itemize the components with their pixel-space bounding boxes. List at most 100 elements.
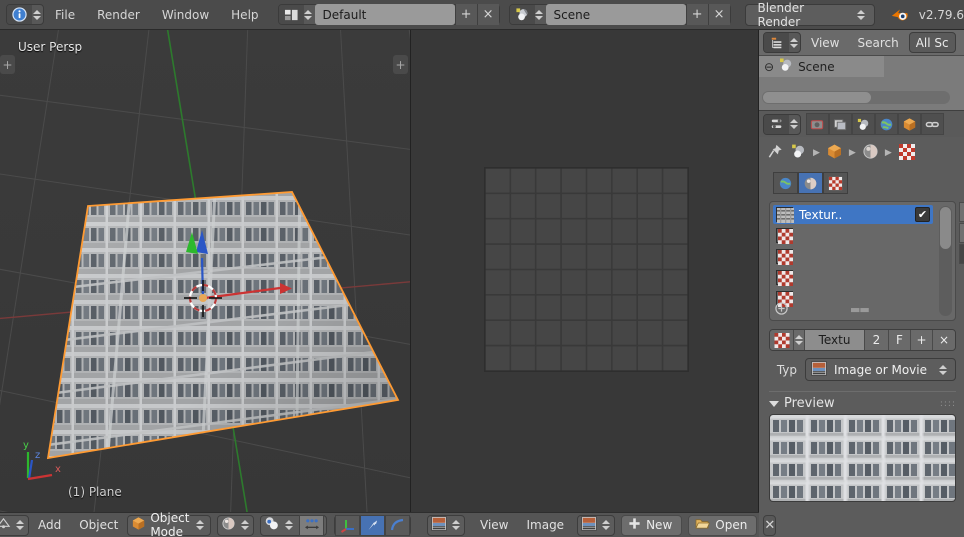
plus-circle-icon[interactable]	[775, 302, 788, 318]
3d-viewport[interactable]: + + User Persp (1) Plane y z x	[0, 30, 410, 512]
interaction-mode-selector[interactable]: Object Mode	[127, 511, 211, 537]
texture-slot-row-1[interactable]	[773, 226, 933, 245]
proportional-edit-toggle[interactable]	[299, 514, 324, 536]
scene-datablock-widget[interactable]: Scene + ×	[508, 4, 731, 25]
viewport-shading-selector[interactable]	[217, 514, 254, 536]
menu-file[interactable]: File	[44, 4, 86, 26]
pivot-point-selector[interactable]	[260, 514, 327, 536]
properties-tab-scene[interactable]	[852, 113, 875, 135]
blender-logo-glyph	[891, 8, 908, 20]
unlink-image-button[interactable]: ✕	[763, 514, 777, 536]
outliner-editor-type-selector[interactable]	[763, 32, 801, 53]
properties-editor-icon	[764, 114, 789, 134]
outliner-horizontal-scrollbar[interactable]	[762, 91, 950, 104]
properties-tab-object[interactable]	[898, 113, 921, 135]
outliner-menu-view[interactable]: View	[803, 36, 847, 50]
new-image-button[interactable]: New	[621, 514, 683, 536]
viewport-toolshelf-toggle[interactable]: +	[0, 55, 15, 74]
translate-manipulator-button[interactable]	[335, 514, 360, 536]
scene-name-field[interactable]: Scene	[545, 4, 686, 25]
texture-slot-enabled-checkbox-0[interactable]: ✔	[915, 207, 930, 222]
texture-preview[interactable]	[769, 414, 956, 502]
texture-slot-list[interactable]: Textur.. ✔ ▬▬	[769, 201, 964, 321]
menu-help[interactable]: Help	[220, 4, 269, 26]
menu-window[interactable]: Window	[151, 4, 220, 26]
viewport-menu-object[interactable]: Object	[70, 518, 127, 532]
list-menu-button[interactable]	[959, 244, 964, 264]
rotate-manipulator-icon	[368, 520, 377, 530]
new-texture-button[interactable]: +	[911, 330, 933, 350]
uv-menu-view[interactable]: View	[471, 518, 517, 532]
render-engine-selector[interactable]: Blender Render	[744, 1, 875, 29]
preview-panel-title: Preview	[784, 396, 835, 411]
uv-menu-image[interactable]: Image	[517, 518, 573, 532]
menu-render[interactable]: Render	[86, 4, 151, 26]
texture-user-count-button[interactable]: 2	[865, 330, 889, 350]
transform-manipulator[interactable]	[150, 200, 310, 340]
texture-slot-name-0[interactable]: Textur..	[799, 208, 909, 222]
outliner-scrollbar-thumb[interactable]	[763, 92, 871, 103]
delete-screen-layout-button[interactable]: ×	[476, 4, 499, 25]
add-scene-button[interactable]: +	[685, 4, 708, 25]
texture-slot-row-3[interactable]	[773, 268, 933, 287]
open-image-button[interactable]: Open	[688, 514, 758, 536]
checker-thumb-glyph	[778, 229, 793, 244]
texture-list-scrollbar[interactable]	[939, 206, 952, 316]
screen-layout-widget[interactable]: Default + ×	[277, 4, 500, 25]
unlink-texture-button[interactable]: ×	[933, 330, 955, 350]
texture-context-material[interactable]	[798, 172, 823, 194]
uv-image-editor-icon-glyph	[431, 516, 447, 531]
move-down-button[interactable]	[959, 223, 964, 243]
texture-context-world[interactable]	[773, 172, 798, 194]
list-resize-grip[interactable]: ▬▬	[850, 303, 870, 316]
interaction-mode-spinner-icon	[196, 520, 204, 530]
texture-datablock-row[interactable]: Textu 2 F + ×	[769, 329, 956, 351]
texture-name-field[interactable]: Textu	[805, 330, 865, 350]
outliner-row-scene[interactable]: ⊖ Scene	[759, 56, 884, 77]
3d-cursor	[184, 280, 222, 317]
area-divider-viewport-uv[interactable]	[410, 30, 411, 537]
breadcrumb-object-icon[interactable]	[826, 143, 843, 163]
breadcrumb-texture-icon[interactable]	[898, 143, 916, 164]
texture-datablock-spinner-icon[interactable]	[794, 330, 805, 350]
rotate-manipulator-button[interactable]	[360, 514, 385, 536]
texture-slot-row-2[interactable]	[773, 247, 933, 266]
delete-scene-button[interactable]: ×	[707, 4, 730, 25]
texture-datablock-icon[interactable]	[770, 330, 794, 350]
info-editor-type-selector[interactable]	[6, 4, 44, 25]
folder-open-icon-glyph	[695, 519, 711, 529]
image-datablock-selector[interactable]	[577, 514, 616, 536]
outliner-menu-search[interactable]: Search	[849, 36, 906, 50]
texture-list-scrollbar-thumb[interactable]	[940, 207, 951, 249]
interaction-mode-label: Object Mode	[150, 511, 190, 537]
fake-user-toggle[interactable]: F	[889, 330, 911, 350]
texture-context-brush[interactable]	[823, 172, 848, 194]
outliner-tree[interactable]: ⊖ Scene	[759, 56, 964, 110]
scene-icon-glyph	[792, 144, 805, 158]
uv-image-editor[interactable]	[411, 30, 758, 512]
pivot-median-icon-glyph	[265, 517, 278, 530]
move-up-button[interactable]	[959, 202, 964, 222]
texture-type-selector[interactable]: Image or Movie	[805, 358, 956, 381]
add-screen-layout-button[interactable]: +	[454, 4, 477, 25]
properties-tab-render[interactable]	[806, 113, 829, 135]
outliner-expander-icon[interactable]: ⊖	[764, 60, 774, 74]
properties-editor-type-selector[interactable]	[763, 113, 801, 135]
viewport-menu-add[interactable]: Add	[29, 518, 70, 532]
panel-drag-grip-icon[interactable]: ::::	[940, 399, 956, 409]
uv-editor-type-selector[interactable]	[427, 514, 465, 536]
preview-panel-header[interactable]: Preview ::::	[769, 391, 956, 411]
viewport-editor-type-selector[interactable]	[0, 514, 29, 536]
breadcrumb-material-icon[interactable]	[862, 143, 879, 163]
texture-slot-row-0[interactable]: Textur.. ✔	[773, 205, 933, 224]
scale-manipulator-button[interactable]	[385, 514, 410, 536]
viewport-properties-toggle[interactable]: +	[393, 55, 408, 74]
properties-tab-constraints[interactable]	[921, 113, 944, 135]
outliner-display-mode-selector[interactable]: All Sc	[908, 32, 956, 53]
screen-layout-name-field[interactable]: Default	[314, 4, 455, 25]
pin-icon[interactable]	[767, 143, 784, 163]
properties-tab-render-layers[interactable]	[829, 113, 852, 135]
breadcrumb-scene-icon[interactable]	[790, 143, 807, 163]
properties-tab-world[interactable]	[875, 113, 898, 135]
new-image-label: New	[646, 518, 673, 532]
